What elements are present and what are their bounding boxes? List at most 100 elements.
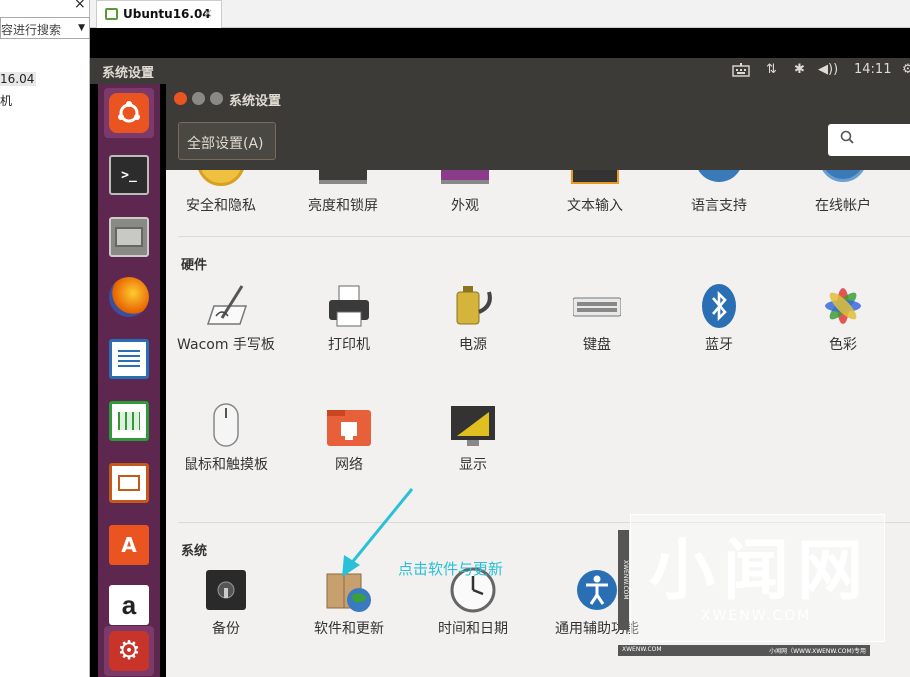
item-label: 电源 [459,337,487,353]
launcher-terminal-icon[interactable]: >_ [104,150,154,200]
item-label: 外观 [451,198,479,214]
host-search-placeholder: 容进行搜索 [1,23,62,37]
bluetooth-settings-icon [695,282,743,330]
color-icon [819,282,867,330]
watermark-url: XWENW.COM [701,608,812,624]
item-label: 文本输入 [567,198,623,214]
divider [178,236,910,237]
item-label: 色彩 [829,337,857,353]
panel-app-title: 系统设置 [102,66,155,81]
item-label: 软件和更新 [314,621,384,637]
bluetooth-icon[interactable]: ✱ [794,62,805,77]
watermark-title: 小闻网 [649,532,871,609]
monitor-icon [319,170,367,184]
settings-item-security[interactable]: 安全和隐私 [166,170,276,230]
keyboard-indicator-icon[interactable] [732,62,750,82]
settings-item-network[interactable]: 网络 [294,402,404,482]
host-tree-item-2[interactable]: 机 [0,92,12,109]
tab-close-icon[interactable]: × [203,6,213,20]
item-label: 安全和隐私 [186,198,256,214]
globe-icon [695,170,743,182]
launcher-settings-icon[interactable]: ⚙ [104,626,154,676]
section-title-system: 系统 [181,544,208,559]
clock[interactable]: 14:11 [854,62,891,77]
settings-item-wacom[interactable]: Wacom 手写板 [171,282,281,382]
item-label: 亮度和锁屏 [308,198,378,214]
watermark-strip-right: 小闻网（WWW.XWENW.COM)专用 [769,648,866,655]
keyboard-text-icon [571,170,619,184]
annotation-note: 点击软件与更新 [398,560,504,578]
host-sidebar: × 容进行搜索 ▼ 16.04 机 [0,0,90,677]
display-icon [449,402,497,450]
volume-icon[interactable]: ◀)) [818,62,838,77]
launcher-impress-icon[interactable] [104,458,154,508]
watermark-strip-left: XWENW.COM [622,646,662,653]
appearance-icon [441,170,489,184]
watermark: 小闻网 XWENW.COM [630,514,885,642]
launcher-files-icon[interactable] [104,212,154,262]
chevron-down-icon[interactable]: ▼ [78,23,85,33]
watermark-strip: XWENW.COM 小闻网（WWW.XWENW.COM)专用 [618,645,870,656]
close-window-icon[interactable] [174,92,187,105]
host-tabbar: Ubuntu16.04 × [90,0,910,28]
launcher-amazon-icon[interactable]: a [104,580,154,630]
item-label: 语言支持 [691,198,747,214]
launcher-writer-icon[interactable] [104,334,154,384]
item-label: 键盘 [583,337,611,353]
item-label: 打印机 [328,337,370,353]
settings-item-language[interactable]: 语言支持 [664,170,774,230]
security-icon [197,170,245,186]
settings-item-mouse[interactable]: 鼠标和触摸板 [171,402,281,482]
item-label: Wacom 手写板 [177,337,275,353]
launcher-firefox-icon[interactable] [104,272,154,322]
item-label: 时间和日期 [438,621,508,637]
maximize-window-icon[interactable] [210,92,223,105]
settings-item-backup[interactable]: 备份 [171,566,281,646]
minimize-window-icon[interactable] [192,92,205,105]
settings-item-printer[interactable]: 打印机 [294,282,404,362]
online-accounts-icon [819,170,867,182]
window-titlebar: 系统设置 [166,84,910,114]
launcher: >_ A a ⚙ [98,84,160,677]
settings-item-color[interactable]: 色彩 [788,282,898,362]
mouse-icon [202,402,250,450]
power-battery-icon [449,282,497,330]
launcher-software-center-icon[interactable]: A [104,520,154,570]
host-close-icon[interactable]: × [74,0,86,12]
search-icon [840,130,854,148]
settings-item-power[interactable]: 电源 [418,282,528,362]
settings-item-brightness[interactable]: 亮度和锁屏 [288,170,398,230]
settings-item-appearance[interactable]: 外观 [410,170,520,230]
item-label: 备份 [212,621,240,637]
vm-icon [105,8,118,20]
wacom-tablet-icon [202,282,250,330]
launcher-calc-icon[interactable] [104,396,154,446]
settings-item-online-accounts[interactable]: 在线帐户 [788,170,898,230]
settings-item-display[interactable]: 显示 [418,402,528,482]
settings-item-text-entry[interactable]: 文本输入 [540,170,650,230]
host-search-input[interactable]: 容进行搜索 ▼ [0,17,90,39]
tab-label: Ubuntu16.04 [123,7,211,21]
item-label: 在线帐户 [815,198,871,214]
item-label: 网络 [335,457,363,473]
all-settings-button[interactable]: 全部设置(A) [178,122,276,160]
power-icon[interactable]: ⚙ [902,62,910,77]
network-icon[interactable]: ⇅ [766,62,777,77]
settings-item-bluetooth[interactable]: 蓝牙 [664,282,774,362]
keyboard-icon [572,282,622,330]
settings-search-input[interactable] [828,124,910,156]
settings-item-keyboard[interactable]: 键盘 [542,282,652,362]
launcher-dash-icon[interactable] [104,88,154,138]
section-title-hardware: 硬件 [181,258,208,273]
window-title: 系统设置 [229,94,282,109]
accessibility-icon [573,566,621,614]
watermark-side-text: XWENW.COM [618,530,629,630]
tab-ubuntu[interactable]: Ubuntu16.04 × [96,0,222,28]
safe-icon [202,566,250,614]
printer-icon [325,282,373,330]
top-panel: 系统设置 ⇅ ✱ ◀)) 14:11 ⚙ [90,58,910,84]
network-folder-icon [325,402,373,450]
window-toolbar: 全部设置(A) [166,114,910,170]
host-tree-item-vm[interactable]: 16.04 [0,72,37,86]
item-label: 鼠标和触摸板 [184,457,268,473]
